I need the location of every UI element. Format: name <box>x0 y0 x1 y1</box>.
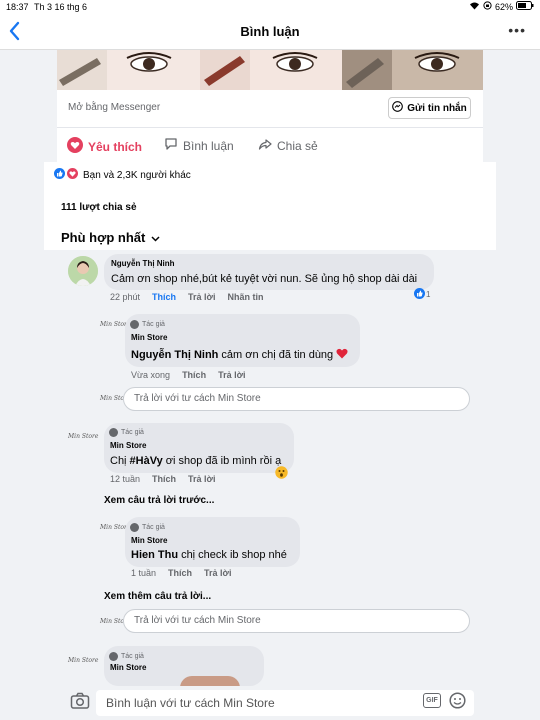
reply-body: ơi shop đã ib mình rồi ạ <box>165 455 282 467</box>
reply-link[interactable]: Trả lời <box>218 370 245 380</box>
reply-author[interactable]: Min Store <box>131 536 167 545</box>
reply-text: Chị #HàVy ơi shop đã ib mình rồi ạ <box>110 455 281 467</box>
like-action-label: Yêu thích <box>88 139 143 154</box>
reply-author[interactable]: Min Store <box>110 441 146 450</box>
comment-text: Cảm ơn shop nhé,bút kẻ tuyệt vời nun. Sẽ… <box>111 273 418 285</box>
author-badge: Tác giả <box>109 652 144 661</box>
author-badge: Tác giả <box>109 428 144 437</box>
reply-text: Hien Thu chị check ib shop nhé <box>131 549 287 561</box>
page-title: Bình luận <box>240 24 300 39</box>
reaction-summary[interactable]: Bạn và 2,3K người khác <box>54 168 191 182</box>
see-more-replies-link[interactable]: Xem thêm câu trả lời... <box>104 591 211 602</box>
love-reaction-icon <box>67 168 78 182</box>
reply-meta: 1 tuần Thích Trả lời <box>131 568 231 578</box>
heart-icon <box>67 137 83 156</box>
author-badge-label: Tác giả <box>121 653 144 660</box>
red-heart-icon <box>336 348 348 362</box>
open-messenger-label: Mở bằng Messenger <box>68 102 161 113</box>
like-reaction-icon <box>414 288 425 301</box>
comment-icon <box>164 137 178 154</box>
reply-text: Nguyễn Thị Ninh cảm ơn chị đã tin dùng <box>131 348 348 362</box>
page-avatar[interactable]: Min Store <box>68 433 98 440</box>
divider <box>57 127 483 128</box>
sort-dropdown[interactable]: Phù hợp nhất <box>61 230 160 245</box>
wifi-icon <box>469 1 480 12</box>
author-badge-icon <box>109 652 118 661</box>
comment-author[interactable]: Nguyễn Thị Ninh <box>111 259 175 268</box>
reply-meta: 12 tuần Thích Trả lời <box>110 474 215 484</box>
author-badge-icon <box>130 523 139 532</box>
mention-link[interactable]: Hien Thu <box>131 549 178 561</box>
author-badge-label: Tác giả <box>142 321 165 328</box>
message-link[interactable]: Nhãn tin <box>227 292 263 302</box>
comment-meta: 22 phút Thích Trả lời Nhãn tin <box>110 292 263 302</box>
reply-author[interactable]: Min Store <box>110 663 146 672</box>
author-badge-icon <box>130 320 139 329</box>
reply-time: 12 tuần <box>110 474 141 484</box>
chevron-down-icon <box>151 230 160 245</box>
hashtag-link[interactable]: #HàVy <box>130 455 163 467</box>
reply-time: 1 tuần <box>131 568 157 578</box>
author-badge: Tác giả <box>130 523 165 532</box>
product-thumbnail[interactable] <box>342 50 483 90</box>
battery-icon <box>516 1 534 12</box>
avatar[interactable] <box>68 256 98 286</box>
messenger-icon <box>392 101 404 115</box>
reply-input[interactable]: Trả lời với tư cách Min Store <box>123 609 470 633</box>
like-reaction-icon <box>54 168 65 182</box>
reaction-count: 1 <box>426 290 431 299</box>
reply-prefix: Chị <box>110 455 127 467</box>
nav-bar: Bình luận ••• <box>0 14 540 50</box>
wow-reaction-icon[interactable] <box>275 466 288 484</box>
like-link[interactable]: Thích <box>152 292 176 302</box>
reply-time: Vừa xong <box>131 370 171 380</box>
status-time: 18:37 <box>6 2 29 12</box>
comment-time: 22 phút <box>110 292 141 302</box>
share-action-button[interactable]: Chia sẻ <box>258 137 318 154</box>
reply-author[interactable]: Min Store <box>131 333 167 342</box>
reply-body: cảm ơn chị đã tin dùng <box>221 349 334 361</box>
comment-input[interactable]: Bình luận với tư cách Min Store <box>96 690 474 716</box>
share-count[interactable]: 111 lượt chia sẻ <box>61 202 137 213</box>
gif-button[interactable]: GIF <box>423 693 441 708</box>
product-thumbnail[interactable] <box>200 50 342 90</box>
status-right: 62% <box>469 1 534 12</box>
share-action-label: Chia sẻ <box>277 138 318 153</box>
share-icon <box>258 137 272 154</box>
comment-action-button[interactable]: Bình luận <box>164 137 234 154</box>
author-badge-label: Tác giả <box>121 429 144 436</box>
reply-meta: Vừa xong Thích Trả lời <box>131 370 245 380</box>
product-thumbnail[interactable] <box>57 50 200 90</box>
status-date: Th 3 16 thg 6 <box>34 2 88 12</box>
camera-icon[interactable] <box>70 692 90 715</box>
rotation-lock-icon <box>483 1 492 12</box>
author-badge: Tác giả <box>130 320 165 329</box>
reply-input[interactable]: Trả lời với tư cách Min Store <box>123 387 470 411</box>
battery-percent: 62% <box>494 1 513 12</box>
like-link[interactable]: Thích <box>182 370 206 380</box>
like-action-button[interactable]: Yêu thích <box>67 137 142 156</box>
more-options-icon[interactable]: ••• <box>508 22 526 38</box>
reply-link[interactable]: Trả lời <box>204 568 231 578</box>
author-badge-label: Tác giả <box>142 524 165 531</box>
author-badge-icon <box>109 428 118 437</box>
reply-link[interactable]: Trả lời <box>188 474 215 484</box>
see-previous-replies-link[interactable]: Xem câu trả lời trước... <box>104 495 214 506</box>
comment-action-label: Bình luận <box>183 138 234 153</box>
like-link[interactable]: Thích <box>168 568 192 578</box>
reply-link[interactable]: Trả lời <box>188 292 215 302</box>
emoji-icon[interactable] <box>449 692 466 714</box>
comment-reaction-count[interactable]: 1 <box>414 288 430 301</box>
status-bar: 18:37 Th 3 16 thg 6 62% <box>0 0 540 14</box>
page-avatar[interactable]: Min Store <box>68 657 98 664</box>
like-link[interactable]: Thích <box>152 474 176 484</box>
send-message-button[interactable]: Gửi tin nhắn <box>388 97 471 119</box>
sort-label: Phù hợp nhất <box>61 230 146 245</box>
mention-link[interactable]: Nguyễn Thị Ninh <box>131 349 218 361</box>
reaction-text: Bạn và 2,3K người khác <box>83 169 191 181</box>
send-message-label: Gửi tin nhắn <box>407 102 467 114</box>
reply-body: chị check ib shop nhé <box>181 549 287 561</box>
